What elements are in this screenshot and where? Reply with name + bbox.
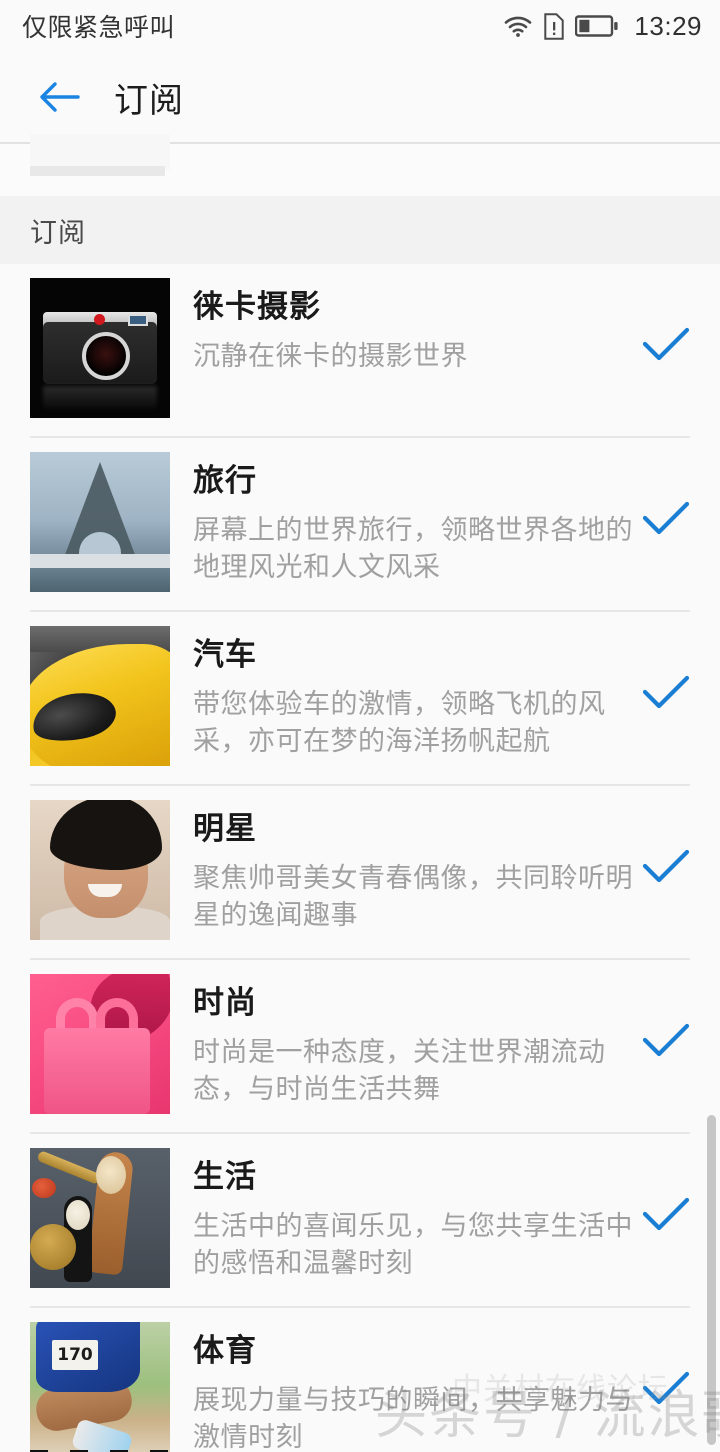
section-header-subscriptions: 订阅 <box>0 196 720 264</box>
sim-alert-icon <box>544 12 565 40</box>
spoons-spices-thumbnail <box>30 1148 170 1288</box>
yellow-sportscar-thumbnail <box>30 626 170 766</box>
check-icon <box>642 849 690 883</box>
check-icon <box>642 501 690 535</box>
list-item[interactable]: 时尚 时尚是一种态度，关注世界潮流动态，与时尚生活共舞 <box>0 960 720 1120</box>
carrier-label: 仅限紧急呼叫 <box>22 14 176 42</box>
list-item[interactable]: 生活 生活中的喜闻乐见，与您共享生活中的感悟和温馨时刻 <box>0 1134 720 1294</box>
list-item-desc: 生活中的喜闻乐见，与您共享生活中的感悟和温馨时刻 <box>193 1210 633 1278</box>
check-icon <box>642 1371 690 1405</box>
vertical-scrollbar[interactable] <box>707 1115 716 1445</box>
list-item-desc: 展现力量与技巧的瞬间，共享魅力与激情时刻 <box>193 1384 633 1452</box>
list-item-title: 体育 <box>193 1333 257 1368</box>
eiffel-tower-thumbnail <box>30 452 170 592</box>
list-item-title: 汽车 <box>193 637 257 672</box>
subscribed-check-toggle[interactable] <box>638 1134 694 1294</box>
subscribed-check-toggle[interactable] <box>638 1308 694 1452</box>
list-item[interactable]: 汽车 带您体验车的激情，领略飞机的风采，亦可在梦的海洋扬帆起航 <box>0 612 720 772</box>
check-icon <box>642 1023 690 1057</box>
page-title: 订阅 <box>114 81 184 120</box>
partial-list-item[interactable] <box>0 134 720 196</box>
partial-text-placeholder <box>30 166 165 176</box>
subscription-list: 徕卡摄影 沉静在徕卡的摄影世界 旅行 屏幕上的世界旅行，领略世界各地的地理风光和… <box>0 264 720 1452</box>
list-item-desc: 屏幕上的世界旅行，领略世界各地的地理风光和人文风采 <box>193 514 633 582</box>
list-item[interactable]: 徕卡摄影 沉静在徕卡的摄影世界 <box>0 264 720 424</box>
list-item[interactable]: 170 体育 展现力量与技巧的瞬间，共享魅力与激情时刻 <box>0 1308 720 1452</box>
list-item-title: 明星 <box>193 811 257 846</box>
subscribed-check-toggle[interactable] <box>638 264 694 424</box>
battery-icon <box>575 14 619 38</box>
list-item-desc: 沉静在徕卡的摄影世界 <box>193 340 468 371</box>
list-item[interactable]: 明星 聚焦帅哥美女青春偶像，共同聆听明星的逸闻趣事 <box>0 786 720 946</box>
check-icon <box>642 327 690 361</box>
subscribed-check-toggle[interactable] <box>638 612 694 772</box>
leica-camera-thumbnail <box>30 278 170 418</box>
list-item-title: 生活 <box>193 1159 257 1194</box>
athlete-bib-number: 170 <box>52 1340 98 1370</box>
list-item-desc: 聚焦帅哥美女青春偶像，共同聆听明星的逸闻趣事 <box>193 862 633 930</box>
subscribed-check-toggle[interactable] <box>638 960 694 1120</box>
subscribed-check-toggle[interactable] <box>638 438 694 598</box>
list-item[interactable]: 旅行 屏幕上的世界旅行，领略世界各地的地理风光和人文风采 <box>0 438 720 598</box>
status-icons: 13:29 <box>503 11 702 42</box>
subscribed-check-toggle[interactable] <box>638 786 694 946</box>
celebrity-portrait-thumbnail <box>30 800 170 940</box>
athlete-hurdle-thumbnail: 170 <box>30 1322 170 1452</box>
list-item-title: 徕卡摄影 <box>193 289 321 324</box>
section-header-label: 订阅 <box>30 217 86 248</box>
list-item-title: 旅行 <box>193 463 257 498</box>
app-bar: 订阅 <box>0 52 720 142</box>
status-bar: 仅限紧急呼叫 13:29 <box>0 0 720 52</box>
list-item-desc: 时尚是一种态度，关注世界潮流动态，与时尚生活共舞 <box>193 1036 606 1104</box>
pink-handbag-thumbnail <box>30 974 170 1114</box>
list-item-desc: 带您体验车的激情，领略飞机的风采，亦可在梦的海洋扬帆起航 <box>193 688 606 756</box>
wifi-icon <box>503 14 533 38</box>
back-button[interactable] <box>30 67 90 127</box>
phone-screen: 仅限紧急呼叫 13:29 订阅 订阅 徕卡摄影 沉静在徕卡的摄影世界 旅行 屏幕… <box>0 0 720 1452</box>
back-arrow-icon <box>36 77 84 117</box>
check-icon <box>642 675 690 709</box>
partial-thumbnail <box>30 134 170 170</box>
clock-label: 13:29 <box>634 10 702 41</box>
list-item-title: 时尚 <box>193 985 257 1020</box>
check-icon <box>642 1197 690 1231</box>
